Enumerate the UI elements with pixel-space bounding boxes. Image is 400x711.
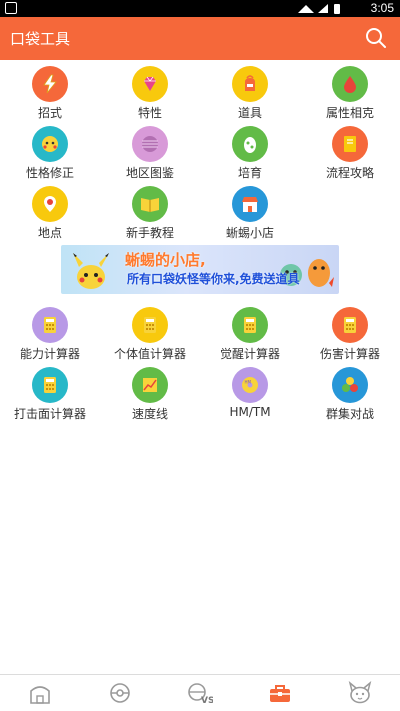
tool-label: 特性 [137, 106, 162, 120]
tool-item[interactable]: 新手教程 [100, 181, 200, 241]
bag-icon [232, 66, 268, 102]
calculator-item[interactable]: 打击面计算器 [0, 362, 100, 422]
calculator-item[interactable]: 觉醒计算器 [200, 302, 300, 362]
tool-label: 流程攻略 [325, 166, 374, 180]
calculator-icon [232, 307, 268, 343]
notification-icon [5, 2, 17, 14]
tool-item[interactable]: 蜥蜴小店 [200, 181, 300, 241]
tool-item[interactable]: 培育 [200, 121, 300, 181]
calculator-label: 觉醒计算器 [219, 347, 280, 361]
house-icon [30, 686, 50, 704]
calculator-label: 群集对战 [325, 407, 374, 421]
calculator-label: 速度线 [131, 407, 168, 421]
toolbox-icon [270, 685, 290, 702]
chart-icon [132, 367, 168, 403]
balls-icon [332, 367, 368, 403]
pokeball-icon [110, 683, 130, 703]
book-icon [332, 126, 368, 162]
tool-label: 新手教程 [125, 226, 174, 240]
calculator-icon [332, 307, 368, 343]
egg-icon [232, 126, 268, 162]
disc-icon: HM [232, 367, 268, 403]
tool-label: 性格修正 [25, 166, 74, 180]
banner-title: 蜥蜴的小店, [125, 251, 206, 269]
shop-icon [232, 186, 268, 222]
calculator-label: 个体值计算器 [113, 347, 186, 361]
app-bar: 口袋工具 [0, 17, 400, 60]
calculator-item[interactable]: 个体值计算器 [100, 302, 200, 362]
tool-label: 地区图鉴 [125, 166, 174, 180]
bottom-nav: VS [0, 674, 400, 711]
calculator-item[interactable]: HM HM/TM [200, 362, 300, 422]
tool-item[interactable]: 特性 [100, 61, 200, 121]
calculator-item[interactable]: 伤害计算器 [300, 302, 400, 362]
profile-tab[interactable] [347, 680, 373, 705]
pikachu-icon [348, 680, 372, 704]
tools-grid: 招式 特性 道具 属性相克性格修正 地区图鉴 培育 流程攻略地点 新手教程 蜥蜴小店 [0, 61, 400, 241]
face-icon [32, 126, 68, 162]
home-tab[interactable] [27, 681, 53, 705]
pin-icon [32, 186, 68, 222]
calculator-icon [32, 307, 68, 343]
tool-item[interactable]: 道具 [200, 61, 300, 121]
promo-banner[interactable]: 蜥蜴的小店, 所有口袋妖怪等你来,免费送道具 [61, 245, 339, 294]
calculator-item[interactable]: 能力计算器 [0, 302, 100, 362]
calculator-icon [32, 367, 68, 403]
tool-label: 道具 [237, 106, 262, 120]
vs-icon: VS [188, 683, 214, 706]
pikachu-illustration [73, 253, 109, 289]
search-icon[interactable] [364, 26, 388, 50]
tool-label: 招式 [37, 106, 62, 120]
tool-label: 蜥蜴小店 [225, 226, 274, 240]
battle-tab[interactable]: VS [187, 681, 214, 706]
signal-icons [298, 4, 340, 14]
calculator-label: HM/TM [229, 405, 271, 419]
svg-text:VS: VS [201, 696, 213, 705]
lightning-icon [32, 66, 68, 102]
calculator-label: 能力计算器 [19, 347, 80, 361]
tool-item[interactable]: 属性相克 [300, 61, 400, 121]
tool-label: 培育 [237, 166, 262, 180]
tool-item[interactable]: 性格修正 [0, 121, 100, 181]
calculators-grid: 能力计算器 个体值计算器 觉醒计算器 伤害计算器打击面计算器 速度线 HM HM/TM 群集对… [0, 302, 400, 422]
drop-icon [332, 66, 368, 102]
calculator-label: 伤害计算器 [319, 347, 380, 361]
tool-item[interactable]: 流程攻略 [300, 121, 400, 181]
tools-tab[interactable] [267, 681, 293, 705]
svg-text:HM: HM [245, 380, 252, 385]
calculator-icon [132, 307, 168, 343]
clock: 3:05 [370, 1, 394, 15]
tool-item[interactable]: 地点 [0, 181, 100, 241]
tool-label: 属性相克 [325, 106, 374, 120]
calculator-item[interactable]: 群集对战 [300, 362, 400, 422]
calculator-item[interactable]: 速度线 [100, 362, 200, 422]
pokedex-tab[interactable] [107, 681, 133, 705]
tool-item[interactable]: 招式 [0, 61, 100, 121]
calculator-label: 打击面计算器 [13, 407, 86, 421]
open-book-icon [132, 186, 168, 222]
status-bar: 3:05 [0, 0, 400, 17]
tool-label: 地点 [37, 226, 62, 240]
ball-icon [132, 126, 168, 162]
banner-subtitle: 所有口袋妖怪等你来,免费送道具 [127, 272, 300, 286]
tool-item[interactable]: 地区图鉴 [100, 121, 200, 181]
gem-icon [132, 66, 168, 102]
page-title: 口袋工具 [10, 30, 71, 48]
